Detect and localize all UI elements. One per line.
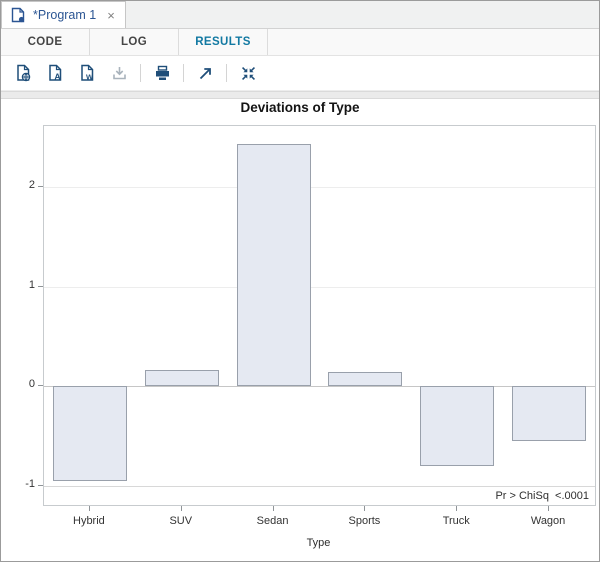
bar-truck (420, 386, 494, 466)
sas-studio-window: *Program 1 × CODE LOG RESULTS (0, 0, 600, 562)
download-icon (110, 64, 129, 83)
toolbar-separator (226, 64, 227, 82)
download-html-button[interactable] (9, 60, 37, 86)
program-icon (10, 7, 26, 23)
plot-area: Pr > ChiSq <.0001 (43, 125, 596, 506)
tab-program-1[interactable]: *Program 1 × (1, 1, 126, 28)
y-tick-label-0: 0 (1, 378, 35, 390)
x-tick-sports (364, 506, 365, 511)
view-tabs: CODE LOG RESULTS (1, 29, 599, 56)
x-axis-label: Type (43, 537, 594, 549)
probability-annotation: Pr > ChiSq <.0001 (495, 490, 589, 502)
bar-sedan (237, 144, 311, 386)
x-tick-label-suv: SUV (136, 515, 226, 527)
program-tab-label: *Program 1 (33, 8, 96, 22)
x-tick-label-truck: Truck (411, 515, 501, 527)
tab-code-label: CODE (28, 36, 63, 48)
x-tick-sedan (273, 506, 274, 511)
bar-sports (328, 372, 402, 386)
svg-text:A: A (54, 71, 60, 81)
x-tick-suv (181, 506, 182, 511)
gridline-y-2 (44, 187, 595, 188)
x-tick-label-wagon: Wagon (503, 515, 593, 527)
y-tick-label-2: 2 (1, 179, 35, 191)
x-tick-label-sports: Sports (319, 515, 409, 527)
download-rtf-icon: W (78, 64, 97, 83)
y-tick-1 (38, 286, 43, 287)
toolbar-separator (183, 64, 184, 82)
download-rtf-button[interactable]: W (73, 60, 101, 86)
x-tick-label-hybrid: Hybrid (44, 515, 134, 527)
bar-hybrid (53, 386, 127, 481)
x-tick-hybrid (89, 506, 90, 511)
tab-log[interactable]: LOG (90, 29, 179, 55)
print-icon (153, 64, 172, 83)
tab-results[interactable]: RESULTS (179, 29, 268, 55)
gridline-y--1 (44, 486, 595, 487)
x-tick-truck (456, 506, 457, 511)
collapse-icon (239, 64, 258, 83)
download-pdf-icon: A (46, 64, 65, 83)
download-button[interactable] (105, 60, 133, 86)
y-tick--1 (38, 485, 43, 486)
x-tick-wagon (548, 506, 549, 511)
open-new-tab-button[interactable] (191, 60, 219, 86)
collapse-button[interactable] (234, 60, 262, 86)
download-pdf-button[interactable]: A (41, 60, 69, 86)
y-tick-0 (38, 385, 43, 386)
gridline-y-1 (44, 287, 595, 288)
y-tick-label-1: 1 (1, 279, 35, 291)
x-tick-label-sedan: Sedan (228, 515, 318, 527)
bar-suv (145, 370, 219, 386)
y-tick-label--1: -1 (1, 478, 35, 490)
open-new-tab-icon (196, 64, 215, 83)
splitter-bar[interactable] (1, 91, 599, 99)
y-tick-2 (38, 186, 43, 187)
results-toolbar: A W (1, 56, 599, 91)
toolbar-separator (140, 64, 141, 82)
chart-title: Deviations of Type (1, 100, 599, 115)
bar-wagon (512, 386, 586, 441)
download-html-icon (14, 64, 33, 83)
program-tab-bar: *Program 1 × (1, 1, 599, 29)
svg-text:W: W (85, 72, 93, 81)
tab-log-label: LOG (121, 36, 147, 48)
close-icon[interactable]: × (107, 9, 115, 22)
tab-results-label: RESULTS (195, 36, 251, 48)
print-button[interactable] (148, 60, 176, 86)
tab-code[interactable]: CODE (1, 29, 90, 55)
